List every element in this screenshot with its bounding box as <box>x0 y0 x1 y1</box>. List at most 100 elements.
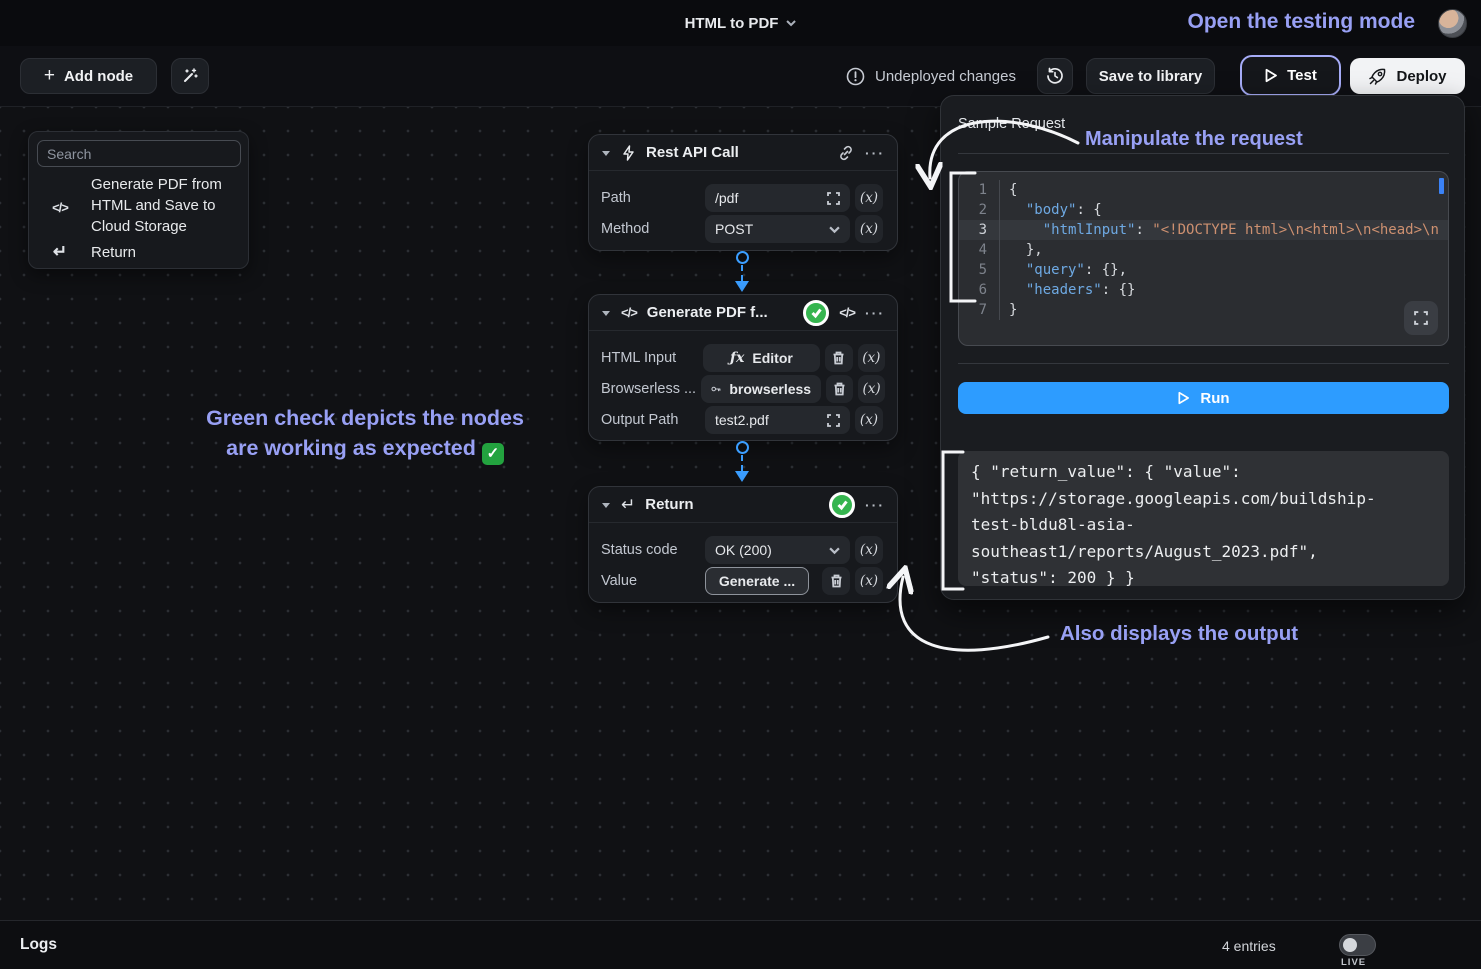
more-options-icon[interactable]: ··· <box>865 497 885 513</box>
field-method: Method POST (x) <box>601 215 885 243</box>
node-header[interactable]: ↵ Return ··· <box>589 487 897 523</box>
variable-button[interactable]: (x) <box>855 536 883 564</box>
status-code-value: OK (200) <box>715 542 772 558</box>
code-icon: </> <box>52 200 68 237</box>
output-path-input[interactable]: test2.pdf <box>705 406 850 434</box>
field-label: Browserless ... <box>601 381 701 397</box>
node-title: Generate PDF f... <box>647 304 768 321</box>
variable-button[interactable]: (x) <box>855 215 883 243</box>
test-button[interactable]: Test <box>1240 55 1341 96</box>
field-browserless: Browserless ... browserless (x) <box>601 375 885 403</box>
plus-icon: + <box>44 66 55 85</box>
delete-button[interactable] <box>822 567 850 595</box>
test-label: Test <box>1287 67 1317 84</box>
request-code-editor[interactable]: 1{ 2 "body": { 3 "htmlInput": "<!DOCTYPE… <box>958 171 1449 346</box>
logs-bar: Logs 4 entries <box>0 920 1481 969</box>
deploy-label: Deploy <box>1396 68 1446 85</box>
workflow-title-dropdown[interactable]: HTML to PDF <box>685 0 797 46</box>
code-icon: </> <box>621 305 637 320</box>
play-icon <box>1264 68 1278 83</box>
variable-button[interactable]: (x) <box>855 567 883 595</box>
return-icon: ↵ <box>29 242 91 263</box>
workflow-editor: HTML to PDF Open the testing mode + Add … <box>0 0 1481 969</box>
live-toggle[interactable] <box>1339 934 1376 956</box>
node-header[interactable]: Rest API Call ··· <box>589 135 897 171</box>
browserless-key-button[interactable]: browserless <box>701 375 821 403</box>
top-bar: HTML to PDF Open the testing mode <box>0 0 1481 46</box>
search-input[interactable] <box>37 140 241 167</box>
test-panel: Sample Request 1{ 2 "body": { 3 "htmlInp… <box>940 95 1465 600</box>
editor-button[interactable]: ƒx Editor <box>703 344 821 372</box>
expand-icon[interactable] <box>827 192 840 205</box>
chevron-down-icon <box>829 224 840 235</box>
value-reference-chip[interactable]: Generate ... <box>705 567 809 595</box>
undeployed-changes-status: Undeployed changes <box>846 58 1016 94</box>
undeployed-changes-label: Undeployed changes <box>875 68 1016 85</box>
add-node-label: Add node <box>64 68 133 85</box>
chevron-down-icon <box>829 545 840 556</box>
run-output: { "return_value": { "value": "https://st… <box>958 451 1449 586</box>
palette-item-return[interactable]: ↵ Return <box>29 242 241 263</box>
save-to-library-label: Save to library <box>1099 68 1202 85</box>
field-path: Path /pdf (x) <box>601 184 885 212</box>
method-select[interactable]: POST <box>705 215 850 243</box>
node-return[interactable]: ↵ Return ··· Status code OK (200) (x) Va… <box>588 486 898 603</box>
collapse-caret-icon[interactable] <box>601 308 611 318</box>
variable-button[interactable]: (x) <box>855 406 883 434</box>
run-button[interactable]: Run <box>958 382 1449 414</box>
avatar[interactable] <box>1438 9 1467 38</box>
success-check-icon <box>829 492 855 518</box>
path-input[interactable]: /pdf <box>705 184 850 212</box>
collapse-caret-icon[interactable] <box>601 500 611 510</box>
field-label: HTML Input <box>601 350 703 366</box>
deploy-button[interactable]: Deploy <box>1350 58 1465 94</box>
editor-expand-button[interactable] <box>1404 301 1438 335</box>
delete-button[interactable] <box>825 344 852 372</box>
variable-button[interactable]: (x) <box>858 375 885 403</box>
success-check-icon <box>803 300 829 326</box>
overview-ruler-marker <box>1439 178 1444 194</box>
field-label: Status code <box>601 542 705 558</box>
link-icon[interactable] <box>837 144 855 162</box>
ai-wand-button[interactable] <box>171 58 209 94</box>
palette-item-label: Generate PDF from HTML and Save to Cloud… <box>91 174 241 237</box>
annotation-displays-output: Also displays the output <box>1060 622 1298 646</box>
collapse-caret-icon[interactable] <box>601 148 611 158</box>
more-options-icon[interactable]: ··· <box>865 145 885 161</box>
live-label: LIVE <box>1341 957 1366 968</box>
value-chip-label: Generate ... <box>719 573 795 589</box>
path-value: /pdf <box>715 190 738 206</box>
save-to-library-button[interactable]: Save to library <box>1086 58 1215 94</box>
run-label: Run <box>1200 390 1229 407</box>
field-html-input: HTML Input ƒx Editor (x) <box>601 344 885 372</box>
editor-label: Editor <box>752 350 792 366</box>
history-icon <box>1045 66 1065 86</box>
check-emoji: ✓ <box>482 443 504 465</box>
sample-request-title: Sample Request <box>958 116 1065 132</box>
status-code-select[interactable]: OK (200) <box>705 536 850 564</box>
variable-button[interactable]: (x) <box>858 344 885 372</box>
delete-button[interactable] <box>826 375 853 403</box>
node-title: Return <box>645 496 693 513</box>
palette-item-generate-pdf[interactable]: </> Generate PDF from HTML and Save to C… <box>29 174 241 237</box>
node-header[interactable]: </> Generate PDF f... </> ··· <box>589 295 897 331</box>
chevron-down-icon <box>786 18 796 28</box>
code-icon[interactable]: </> <box>839 305 855 320</box>
palette-item-label: Return <box>91 242 241 263</box>
annotation-manipulate-request: Manipulate the request <box>1085 128 1303 151</box>
node-rest-api-call[interactable]: Rest API Call ··· Path /pdf (x) Meth <box>588 134 898 251</box>
browserless-label: browserless <box>729 381 811 397</box>
expand-icon[interactable] <box>827 414 840 427</box>
field-label: Value <box>601 573 705 589</box>
more-options-icon[interactable]: ··· <box>865 305 885 321</box>
play-icon <box>1177 391 1190 405</box>
variable-button[interactable]: (x) <box>855 184 883 212</box>
add-node-button[interactable]: + Add node <box>20 58 157 94</box>
field-label: Method <box>601 221 705 237</box>
lightning-icon <box>621 145 636 161</box>
warning-icon <box>846 67 865 86</box>
history-button[interactable] <box>1037 58 1073 94</box>
annotation-open-testing-mode: Open the testing mode <box>1187 10 1415 34</box>
output-path-value: test2.pdf <box>715 412 769 428</box>
entries-count: 4 entries <box>1222 938 1276 954</box>
